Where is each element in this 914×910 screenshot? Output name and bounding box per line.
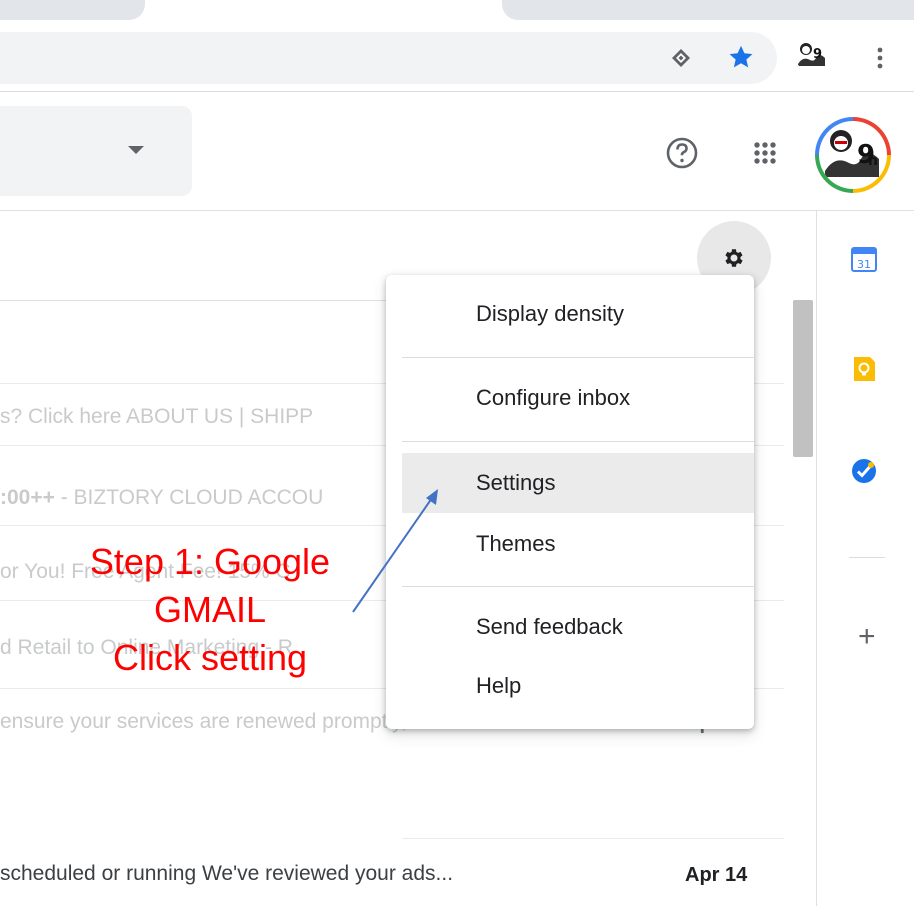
mail-snippet: s? Click here ABOUT US | SHIPP (0, 405, 314, 428)
menu-item-label: Display density (476, 301, 624, 326)
divider (402, 357, 754, 358)
svg-text:h: h (868, 153, 878, 169)
menu-item-label: Send feedback (476, 614, 623, 639)
divider (402, 586, 754, 587)
menu-item-label: Configure inbox (476, 385, 631, 410)
menu-item-label: Themes (476, 531, 556, 556)
keep-icon[interactable] (849, 354, 879, 384)
tab-strip (0, 0, 914, 24)
menu-item-themes[interactable]: Themes (402, 514, 754, 574)
calendar-day: 31 (857, 258, 871, 271)
mail-snippet: scheduled or running We've reviewed your… (0, 862, 454, 885)
browser-profile-avatar[interactable]: 9 (795, 38, 829, 72)
browser-menu-icon[interactable] (870, 44, 890, 72)
divider (402, 441, 754, 442)
menu-item-label: Settings (476, 470, 556, 495)
browser-tab[interactable] (502, 0, 914, 20)
tutorial-annotation: Step 1: Google GMAIL Click setting (60, 538, 360, 682)
annotation-line: Step 1: Google (89, 541, 331, 582)
scrollbar[interactable] (793, 300, 813, 457)
svg-text:9: 9 (813, 47, 822, 62)
menu-item-configure-inbox[interactable]: Configure inbox (402, 368, 754, 428)
annotation-line: Click setting (112, 637, 308, 678)
gear-icon (725, 249, 743, 267)
annotation-line: GMAIL (153, 589, 267, 630)
mail-row[interactable]: scheduled or running We've reviewed your… (0, 848, 784, 910)
settings-dropdown-menu: Display density Configure inbox Settings… (386, 275, 754, 729)
tasks-icon[interactable] (849, 456, 879, 486)
search-bar[interactable] (0, 106, 192, 196)
divider (0, 210, 914, 211)
apps-grid-icon[interactable] (748, 136, 782, 170)
mail-date: Apr 14 (685, 864, 748, 886)
blank-area (0, 750, 402, 836)
menu-item-help[interactable]: Help (402, 656, 754, 716)
account-avatar[interactable]: 9 h (815, 117, 891, 193)
mail-snippet: :00++ - BIZTORY CLOUD ACCOU (0, 486, 323, 510)
address-bar[interactable] (0, 32, 777, 84)
add-addon-button[interactable]: + (858, 622, 876, 652)
mail-snippet-text: - BIZTORY CLOUD ACCOU (54, 486, 324, 509)
divider (402, 838, 784, 839)
menu-item-label: Help (476, 673, 522, 698)
menu-item-send-feedback[interactable]: Send feedback (402, 597, 754, 657)
divider (0, 91, 914, 92)
divider (849, 557, 885, 558)
menu-item-display-density[interactable]: Display density (402, 284, 754, 344)
extension-diamond-icon[interactable] (670, 47, 692, 69)
browser-tab[interactable] (0, 0, 145, 20)
divider (816, 211, 817, 906)
help-circle-icon[interactable] (665, 136, 699, 170)
bookmark-star-icon[interactable] (727, 43, 755, 71)
browser-chrome: 9 (0, 0, 914, 92)
mail-subject: :00++ (0, 486, 55, 509)
calendar-icon[interactable]: 31 (849, 244, 879, 274)
menu-item-settings[interactable]: Settings (402, 453, 754, 513)
search-options-dropdown-icon[interactable] (128, 146, 144, 154)
